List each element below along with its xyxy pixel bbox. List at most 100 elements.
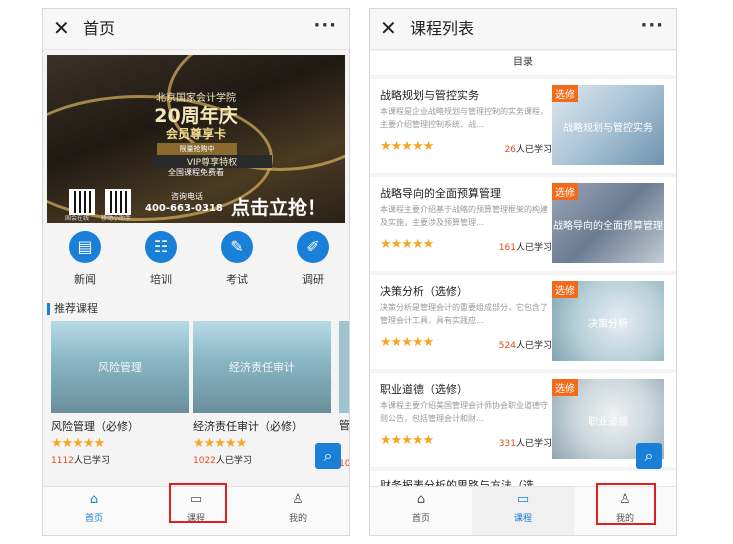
highlight-box (169, 483, 227, 523)
learner-count: 524人已学习 (486, 338, 552, 351)
learner-count: 1022人已学习 (193, 453, 331, 466)
learner-count-number: 1022 (193, 456, 216, 466)
survey-icon: ✐ (297, 231, 329, 263)
thumbnail-text: 战略规划与管控实务 (563, 123, 653, 134)
tab-label: 首页 (411, 514, 430, 524)
banner-free: 全国课程免费看 (168, 168, 224, 177)
elective-tag: 选修 (552, 183, 578, 200)
tab-home[interactable]: ⌂ 首页 (43, 487, 145, 535)
learner-count: 331人已学习 (486, 436, 552, 449)
nav-item-survey[interactable]: ✐ 调研 (283, 231, 343, 287)
learner-count-suffix: 人已学习 (515, 439, 552, 449)
banner-limited: 限量抢购中 (157, 143, 237, 155)
course-description: 本课程主要介绍美国管理会计师协会职业道德守则公告，包括管理会计和财… (380, 401, 548, 423)
banner-tel: 400-663-0318 (145, 203, 223, 214)
banner-card: 会员尊享卡 (165, 127, 226, 141)
learner-count-suffix: 人已学习 (515, 341, 552, 351)
learner-count: 1112人已学习 (51, 453, 189, 466)
course-description: 本课程是企业战略规划与管理控制的实务课程，主要介绍管理控制系统、战… (380, 107, 548, 129)
nav-label: 考试 (226, 273, 248, 286)
star-rating: ★★★★★ (380, 139, 434, 154)
course-thumbnail: 经济责任审计 (193, 321, 331, 413)
qr-code-icon (69, 189, 95, 215)
phone-home-screen: ✕ 首页 ··· 北京国家会计学院 20周年庆 会员尊享卡 限量抢购中 VIP尊… (42, 8, 350, 536)
course-title: 战略导向的全面预算管理 (380, 187, 501, 200)
exam-icon: ✎ (221, 231, 253, 263)
elective-tag: 选修 (552, 85, 578, 102)
promo-banner[interactable]: 北京国家会计学院 20周年庆 会员尊享卡 限量抢购中 VIP尊享特权 全国课程免… (47, 55, 345, 223)
thumbnail-text: 经济责任审计 (229, 361, 295, 374)
nav-label: 培训 (150, 273, 172, 286)
page-title: 课程列表 (410, 19, 475, 38)
tab-label: 我的 (288, 514, 307, 524)
elective-tag: 选修 (552, 379, 578, 396)
tab-home[interactable]: ⌂ 首页 (370, 487, 472, 535)
highlight-box (596, 483, 656, 525)
more-icon[interactable]: ··· (313, 15, 337, 36)
banner-tel-label: 咨询电话 (171, 192, 203, 201)
course-icon: ▭ (516, 492, 530, 507)
course-title: 风险管理（必修） (51, 420, 139, 433)
title-bar: ✕ 首页 ··· (43, 9, 349, 50)
course-title: 职业道德（选修） (380, 383, 468, 396)
search-icon[interactable]: ⌕ (636, 443, 662, 469)
search-icon[interactable]: ⌕ (315, 443, 341, 469)
course-list-item[interactable]: 职业道德（选修） 本课程主要介绍美国管理会计师协会职业道德守则公告，包括管理会计… (370, 373, 676, 467)
tab-mine[interactable]: ♙ 我的 (247, 487, 349, 535)
course-title: 经济责任审计（必修） (193, 420, 303, 433)
recommended-course-card[interactable]: 经济责任审计 经济责任审计（必修） ★★★★★ 1022人已学习 (193, 321, 331, 466)
tab-label: 首页 (84, 514, 103, 524)
nav-label: 调研 (302, 273, 324, 286)
qr-label: 移动小助手 (101, 215, 132, 222)
star-rating: ★★★★★ (51, 436, 105, 451)
page-title: 首页 (83, 19, 116, 38)
thumbnail-text: 战略导向的全面预算管理 (553, 221, 663, 232)
nav-item-news[interactable]: ▤ 新闻 (55, 231, 115, 287)
learner-count-suffix: 人已学习 (515, 243, 552, 253)
recommended-course-card[interactable]: 风险管理 风险管理（必修） ★★★★★ 1112人已学习 (51, 321, 189, 466)
course-description: 本课程主要介绍基于战略的预算管理框架的构建及实施，主要涉及预算管理… (380, 205, 548, 227)
learner-count-suffix: 人已学习 (73, 456, 110, 466)
quick-nav: ▤ 新闻 ☷ 培训 ✎ 考试 ✐ 调研 (43, 231, 349, 295)
news-icon: ▤ (69, 231, 101, 263)
course-title: 决策分析（选修） (380, 285, 468, 298)
course-title: 战略规划与管控实务 (380, 89, 479, 102)
home-icon: ⌂ (416, 492, 426, 507)
learner-count-number: 524 (498, 341, 516, 351)
qr-label: 国会在线 (65, 215, 90, 222)
phone-course-list-screen: ✕ 课程列表 ··· 目录 战略规划与管控实务 本课程是企业战略规划与管理控制的… (369, 8, 677, 536)
course-list-item[interactable]: 决策分析（选修） 决策分析是管理会计的重要组成部分，它包含了管理会计工具，具有实… (370, 275, 676, 369)
close-icon[interactable]: ✕ (53, 16, 70, 40)
section-title: 推荐课程 (47, 303, 98, 315)
course-thumbnail: 战略导向的全面预算管理 选修 (552, 183, 664, 263)
star-rating: ★★★★★ (380, 335, 434, 350)
tab-label: 课程 (513, 514, 532, 524)
learner-count-suffix: 人已学习 (515, 145, 552, 155)
course-description: 决策分析是管理会计的重要组成部分，它包含了管理会计工具，具有实践应… (380, 303, 548, 325)
learner-count: 161人已学习 (486, 240, 552, 253)
course-list-item[interactable]: 战略规划与管控实务 本课程是企业战略规划与管理控制的实务课程，主要介绍管理控制系… (370, 79, 676, 173)
course-title-peek: 管 (339, 419, 350, 432)
nav-item-training[interactable]: ☷ 培训 (131, 231, 191, 287)
learner-count: 26人已学习 (486, 142, 552, 155)
course-list-item[interactable]: 战略导向的全面预算管理 本课程主要介绍基于战略的预算管理框架的构建及实施，主要涉… (370, 177, 676, 271)
star-rating: ★★★★★ (380, 433, 434, 448)
nav-item-exam[interactable]: ✎ 考试 (207, 231, 267, 287)
qr-code-icon (105, 189, 131, 215)
course-thumbnail: 风险管理 (51, 321, 189, 413)
star-rating: ★★★★★ (380, 237, 434, 252)
tab-course[interactable]: ▭ 课程 (472, 487, 574, 535)
elective-tag: 选修 (552, 281, 578, 298)
catalog-header[interactable]: 目录 (370, 51, 676, 75)
close-icon[interactable]: ✕ (380, 16, 397, 40)
thumbnail-text: 风险管理 (98, 361, 142, 374)
banner-cta[interactable]: 点击立抢！ (231, 193, 326, 220)
learner-count-suffix: 人已学习 (215, 456, 252, 466)
more-icon[interactable]: ··· (640, 15, 664, 36)
learner-count-number: 161 (498, 243, 516, 253)
learner-count-number: 26 (504, 145, 516, 155)
course-thumbnail: 决策分析 选修 (552, 281, 664, 361)
star-rating: ★★★★★ (193, 436, 247, 451)
course-thumbnail-peek[interactable] (339, 321, 349, 413)
user-icon: ♙ (292, 492, 304, 507)
